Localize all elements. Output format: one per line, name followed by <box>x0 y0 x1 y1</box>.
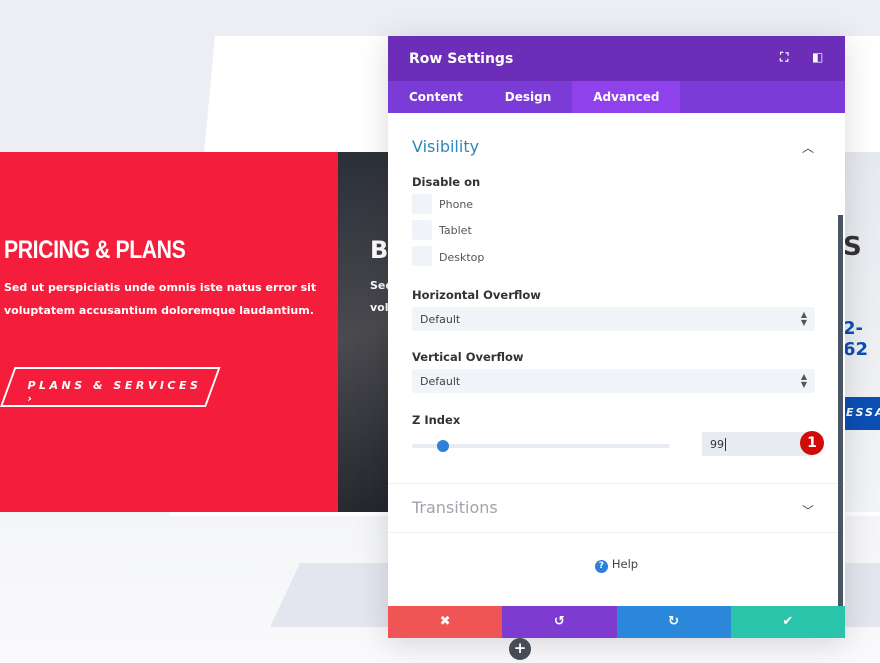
z-index-input[interactable]: 99 <box>702 432 812 456</box>
fullscreen-icon[interactable]: ⛶ <box>780 50 788 65</box>
modal-header: Row Settings ⛶ ◧ <box>388 36 845 81</box>
phone-fragment: 2-62 <box>843 318 869 360</box>
modal-tabs: Content Design Advanced <box>388 81 845 113</box>
pricing-title: PRICING & PLANS <box>4 236 186 264</box>
contact-section: S 2-62 <box>843 152 880 512</box>
vertical-overflow-select[interactable]: Default ▲ ▼ <box>412 369 815 393</box>
image-section: B Sed vol <box>338 152 393 512</box>
vertical-overflow-value: Default <box>420 375 461 388</box>
tablet-checkbox[interactable] <box>412 220 432 240</box>
z-index-value: 99 <box>710 438 724 451</box>
modal-title: Row Settings <box>409 51 514 67</box>
desktop-checkbox[interactable] <box>412 246 432 266</box>
disable-on-label: Disable on <box>412 175 481 189</box>
horizontal-overflow-label: Horizontal Overflow <box>412 288 541 302</box>
section-text-fragment: vol <box>370 301 389 314</box>
phone-checkbox[interactable] <box>412 194 432 214</box>
row-settings-modal: Row Settings ⛶ ◧ Content Design Advanced… <box>388 36 845 638</box>
divider <box>388 532 845 533</box>
horizontal-overflow-select[interactable]: Default ▲ ▼ <box>412 307 815 331</box>
help-link[interactable]: ? Help <box>388 557 845 573</box>
step-badge: 1 <box>800 431 824 455</box>
z-index-slider-handle[interactable] <box>436 440 449 452</box>
tab-design[interactable]: Design <box>484 81 573 113</box>
scrollbar[interactable] <box>838 215 843 606</box>
modal-footer: ✖ ↺ ↻ ✔ <box>388 606 845 638</box>
help-icon: ? <box>594 560 608 573</box>
add-row-button[interactable]: + <box>509 638 531 660</box>
plans-services-label: PLANS & SERVICES › <box>27 379 202 405</box>
tablet-label: Tablet <box>439 224 472 237</box>
sidebar-layout-icon[interactable]: ◧ <box>812 50 823 64</box>
select-arrows-icon: ▲ ▼ <box>800 310 807 327</box>
undo-button[interactable]: ↺ <box>502 606 617 638</box>
section-title-fragment: B <box>370 236 389 264</box>
desktop-label: Desktop <box>439 251 485 264</box>
phone-label: Phone <box>439 198 474 211</box>
tab-content[interactable]: Content <box>388 81 484 113</box>
z-index-label: Z Index <box>412 413 461 427</box>
select-arrows-icon: ▲ ▼ <box>800 372 807 389</box>
visibility-section-toggle[interactable]: Visibility <box>412 137 479 156</box>
divider <box>388 483 845 484</box>
pricing-text: Sed ut perspiciatis unde omnis iste natu… <box>4 281 317 317</box>
tab-advanced[interactable]: Advanced <box>572 81 681 113</box>
redo-button[interactable]: ↻ <box>616 606 731 638</box>
chevron-up-icon[interactable]: ︿ <box>802 139 814 156</box>
horizontal-overflow-value: Default <box>420 313 461 326</box>
z-index-slider[interactable] <box>412 440 670 452</box>
plans-services-button[interactable]: PLANS & SERVICES › <box>0 367 221 407</box>
vertical-overflow-label: Vertical Overflow <box>412 350 524 364</box>
cancel-button[interactable]: ✖ <box>388 606 503 638</box>
transitions-section-toggle[interactable]: Transitions <box>412 498 498 517</box>
contact-title-fragment: S <box>843 232 862 262</box>
chevron-down-icon[interactable]: ﹀ <box>802 502 814 519</box>
pricing-section: PRICING & PLANS Sed ut perspiciatis unde… <box>0 152 338 512</box>
help-label: Help <box>611 557 639 571</box>
save-button[interactable]: ✔ <box>730 606 845 638</box>
